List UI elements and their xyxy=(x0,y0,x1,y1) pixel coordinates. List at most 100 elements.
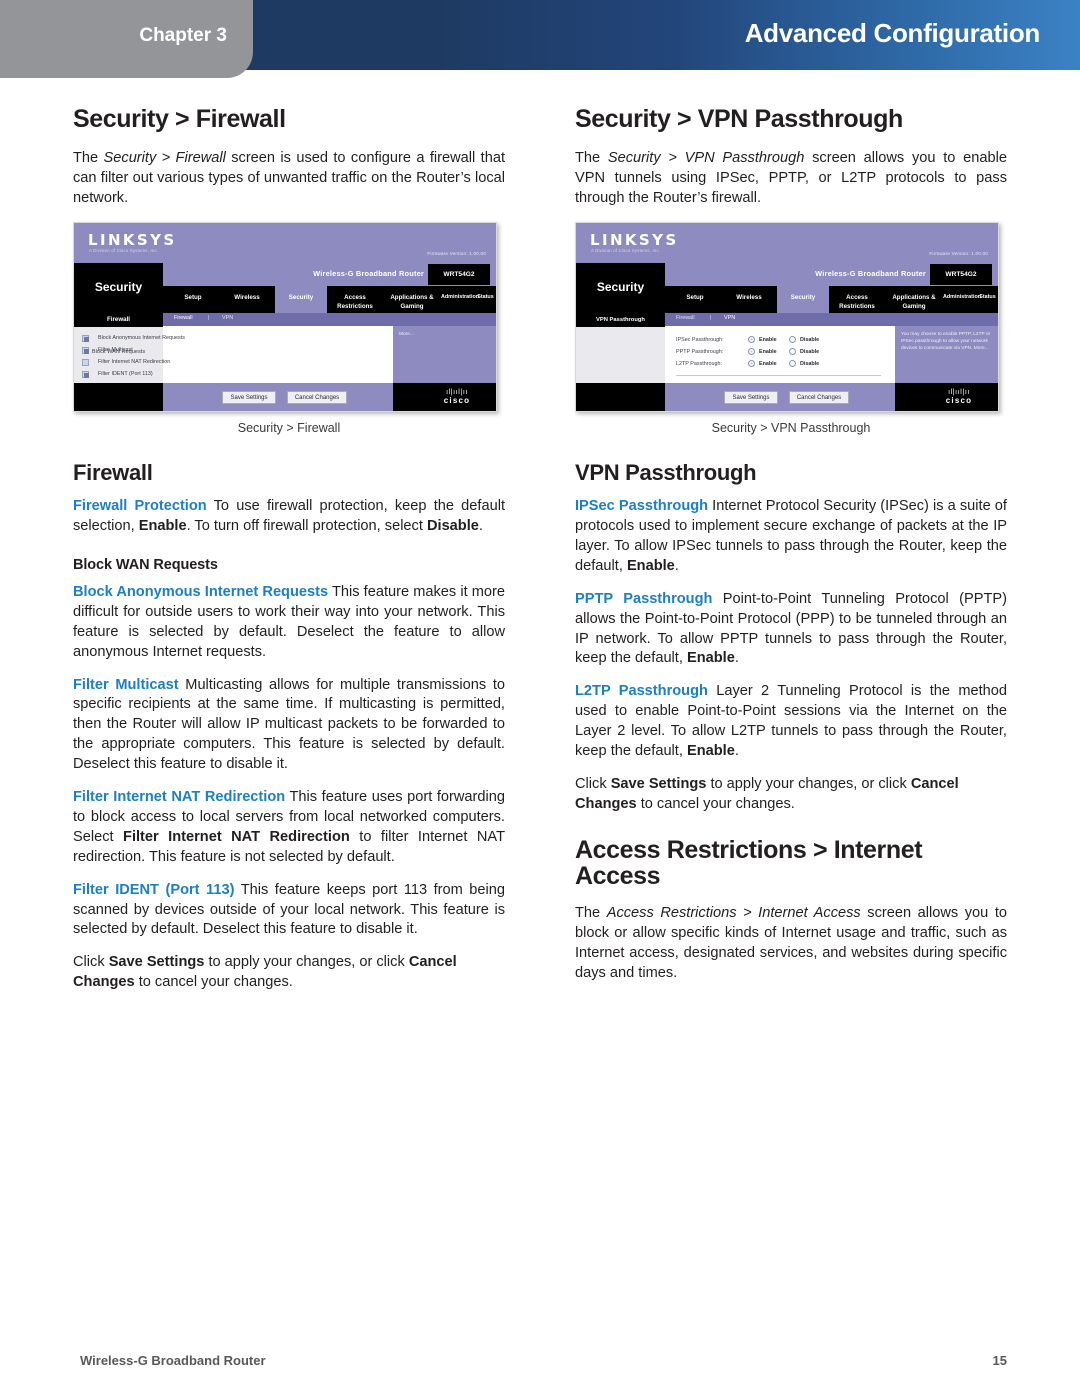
router-tab-status[interactable]: Status xyxy=(473,286,496,313)
text-fragment: to cancel your changes. xyxy=(134,974,293,991)
bold-save-settings: Save Settings xyxy=(610,775,707,792)
router-save-settings-button[interactable]: Save Settings xyxy=(724,390,778,404)
linksys-logo-subtitle: A Division of Cisco Systems, Inc. xyxy=(89,247,159,253)
italic-screen-name: Security > Firewall xyxy=(103,150,226,167)
router-tab-security[interactable]: Security xyxy=(275,285,327,313)
router-tab-applications-gaming[interactable]: Applications & Gaming xyxy=(885,286,943,313)
text-fragment: The xyxy=(575,905,607,922)
router-tab-setup[interactable]: Setup xyxy=(167,286,219,313)
right-column: Security > VPN Passthrough The Security … xyxy=(575,106,1007,997)
cisco-logo: ıl|ııl|ıı cisco xyxy=(428,389,486,405)
page-footer: Wireless-G Broadband Router 15 xyxy=(0,1335,1080,1397)
checkbox-filter-multicast[interactable] xyxy=(82,346,89,354)
heading-security-vpn-passthrough: Security > VPN Passthrough xyxy=(575,105,903,133)
firmware-version-label: Firmware Version: 1.00.00 xyxy=(929,250,988,256)
figure-security-vpn-passthrough: LINKSYS A Division of Cisco Systems, Inc… xyxy=(575,221,1007,435)
bold-save-settings: Save Settings xyxy=(108,954,205,971)
router-subtab-vpn[interactable]: VPN xyxy=(222,315,233,321)
router-tab-applications-gaming[interactable]: Applications & Gaming xyxy=(383,286,441,313)
checkbox-label-block-anonymous: Block Anonymous Internet Requests xyxy=(98,334,185,341)
checkbox-filter-ident[interactable] xyxy=(82,370,89,378)
row-label-ipsec-passthrough: IPSec Passthrough: xyxy=(676,336,724,343)
checkbox-label-filter-nat-redirection: Filter Internet NAT Redirection xyxy=(98,358,171,365)
router-admin-screenshot-vpn: LINKSYS A Division of Cisco Systems, Inc… xyxy=(575,221,999,412)
router-model-number: WRT54G2 xyxy=(930,263,992,285)
radio-pptp-enable[interactable] xyxy=(748,347,755,355)
heading-firewall: Firewall xyxy=(73,459,153,485)
checkbox-block-anonymous[interactable] xyxy=(82,334,89,342)
router-section-title: Security xyxy=(596,279,645,294)
radio-pptp-disable[interactable] xyxy=(789,347,796,355)
router-tab-access-restrictions[interactable]: Access Restrictions xyxy=(327,286,383,313)
cisco-bars-icon: ıl|ııl|ıı xyxy=(446,388,468,396)
bold-disable: Disable xyxy=(426,517,479,534)
paragraph-firewall-intro: The Security > Firewall screen is used t… xyxy=(73,149,505,209)
router-tab-setup[interactable]: Setup xyxy=(669,286,721,313)
radio-l2tp-disable[interactable] xyxy=(789,359,796,367)
router-tab-access-restrictions[interactable]: Access Restrictions xyxy=(829,286,885,313)
radio-ipsec-enable[interactable] xyxy=(748,335,755,343)
term-filter-multicast: Filter Multicast xyxy=(73,676,179,693)
footer-page-number: 15 xyxy=(992,1353,1007,1368)
text-fragment: to cancel your changes. xyxy=(636,795,795,812)
router-tab-administration[interactable]: Administration xyxy=(441,286,479,313)
router-tab-wireless[interactable]: Wireless xyxy=(721,286,777,313)
radio-label-l2tp-enable: Enable xyxy=(759,360,777,367)
router-main-panel xyxy=(163,325,393,383)
router-tab-wireless[interactable]: Wireless xyxy=(219,286,275,313)
radio-l2tp-enable[interactable] xyxy=(748,359,755,367)
router-subtab-divider: | xyxy=(710,314,712,321)
checkbox-filter-nat-redirection[interactable] xyxy=(82,358,89,366)
router-subtab-firewall[interactable]: Firewall xyxy=(676,315,695,321)
router-help-text[interactable]: You may choose to enable PPTP, L2TP or I… xyxy=(901,331,993,353)
router-subtab-firewall[interactable]: Firewall xyxy=(174,315,193,321)
router-save-settings-button[interactable]: Save Settings xyxy=(222,390,276,404)
page-header: Advanced Configuration Chapter 3 xyxy=(0,0,1080,78)
router-footer-button-strip xyxy=(665,382,895,411)
radio-ipsec-disable[interactable] xyxy=(789,335,796,343)
paragraph-save-note-right: Click Save Settings to apply your change… xyxy=(575,775,1007,815)
router-tab-status[interactable]: Status xyxy=(975,286,998,313)
router-tab-administration[interactable]: Administration xyxy=(943,286,981,313)
text-fragment: The xyxy=(575,150,608,167)
checkbox-label-filter-multicast: Filter Multicast xyxy=(98,346,133,353)
router-model-number: WRT54G2 xyxy=(428,263,490,285)
router-help-text[interactable]: More... xyxy=(399,331,491,338)
chapter-tab: Chapter 3 xyxy=(0,0,253,78)
router-subtab-bar xyxy=(163,312,496,326)
heading-access-restrictions-internet-access: Access Restrictions > Internet Access xyxy=(575,835,923,890)
radio-label-l2tp-disable: Disable xyxy=(800,360,820,367)
router-subtab-vpn[interactable]: VPN xyxy=(724,315,735,321)
heading-vpn-passthrough: VPN Passthrough xyxy=(575,459,757,485)
text-fragment: to apply your changes, or click xyxy=(204,954,409,971)
left-column: Security > Firewall The Security > Firew… xyxy=(73,106,505,1006)
radio-label-ipsec-enable: Enable xyxy=(759,336,777,343)
text-fragment: Click xyxy=(73,954,109,971)
router-subtab-bar xyxy=(665,312,998,326)
text-fragment: . xyxy=(674,557,679,574)
cisco-logo: ıl|ııl|ıı cisco xyxy=(930,389,988,405)
paragraph-vpn-intro: The Security > VPN Passthrough screen al… xyxy=(575,149,1007,209)
router-section-header: Security xyxy=(74,262,163,313)
router-cancel-changes-button[interactable]: Cancel Changes xyxy=(789,390,849,404)
term-ipsec-passthrough: IPSec Passthrough xyxy=(575,498,709,515)
radio-label-ipsec-disable: Disable xyxy=(800,336,820,343)
paragraph-block-anonymous: Block Anonymous Internet Requests This f… xyxy=(73,583,505,663)
text-fragment: . xyxy=(478,517,483,534)
cisco-wordmark: cisco xyxy=(945,395,973,405)
paragraph-filter-nat-redirection: Filter Internet NAT Redirection This fea… xyxy=(73,788,505,868)
router-footer-button-strip xyxy=(163,382,393,411)
text-fragment: to apply your changes, or click xyxy=(706,775,911,792)
linksys-logo: LINKSYS xyxy=(88,230,177,249)
term-filter-internet-nat-redirection: Filter Internet NAT Redirection xyxy=(73,789,286,806)
router-section-header: Security xyxy=(576,262,665,313)
router-tab-security[interactable]: Security xyxy=(777,285,829,313)
router-cancel-changes-button[interactable]: Cancel Changes xyxy=(287,390,347,404)
paragraph-access-restrictions-intro: The Access Restrictions > Internet Acces… xyxy=(575,904,1007,984)
heading-security-firewall: Security > Firewall xyxy=(73,105,286,133)
text-fragment: . xyxy=(734,650,739,667)
footer-product-name: Wireless-G Broadband Router xyxy=(80,1353,266,1368)
figure-caption-security-firewall: Security > Firewall xyxy=(237,420,341,435)
paragraph-l2tp-passthrough: L2TP Passthrough Layer 2 Tunneling Proto… xyxy=(575,682,1007,762)
bold-enable: Enable xyxy=(686,743,735,760)
